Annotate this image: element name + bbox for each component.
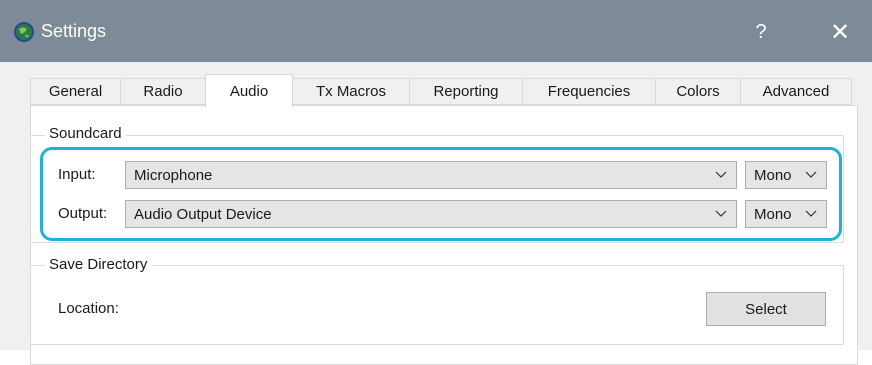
tab-radio[interactable]: Radio: [120, 78, 206, 105]
tab-general[interactable]: General: [30, 78, 121, 105]
tab-audio[interactable]: Audio: [205, 74, 293, 107]
location-label: Location:: [58, 300, 119, 317]
title-bar[interactable]: Settings ? ✕: [0, 0, 872, 62]
app-globe-icon: [14, 22, 34, 42]
tab-reporting[interactable]: Reporting: [409, 78, 523, 105]
save-directory-group-label: Save Directory: [45, 256, 152, 273]
settings-window: Settings ? ✕ General Radio Audio Tx Macr…: [0, 0, 872, 365]
select-button[interactable]: Select: [706, 292, 826, 326]
close-button[interactable]: ✕: [816, 14, 864, 50]
tab-tx-macros[interactable]: Tx Macros: [292, 78, 410, 105]
help-button[interactable]: ?: [737, 14, 785, 50]
tab-colors[interactable]: Colors: [655, 78, 741, 105]
tab-frequencies[interactable]: Frequencies: [522, 78, 656, 105]
window-title: Settings: [41, 21, 107, 41]
soundcard-highlight: [40, 147, 842, 241]
soundcard-group-label: Soundcard: [45, 125, 126, 142]
tab-advanced[interactable]: Advanced: [740, 78, 852, 105]
